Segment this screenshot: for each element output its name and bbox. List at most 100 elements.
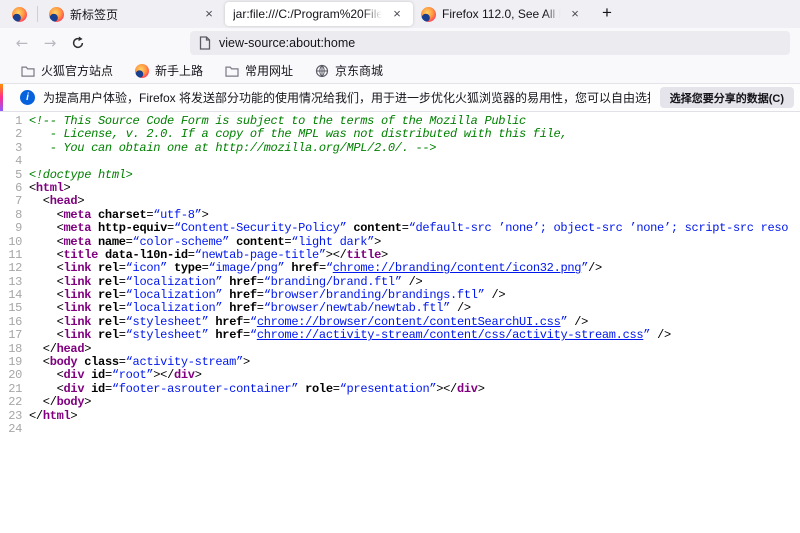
source-link[interactable]: chrome://browser/content/contentSearchUI… bbox=[257, 316, 561, 329]
line-number: 22 bbox=[0, 396, 22, 409]
source-segment: > bbox=[243, 356, 250, 369]
tab-new-tab-page[interactable]: 新标签页 × bbox=[41, 2, 225, 26]
tab-firefox-whatsnew[interactable]: Firefox 112.0, See All New Feat × bbox=[413, 2, 591, 26]
source-segment: data-l10n-id bbox=[105, 249, 188, 262]
source-segment: href bbox=[215, 329, 243, 342]
source-code-text: <meta http-equiv=“Content-Security-Polic… bbox=[29, 222, 788, 235]
source-code-text: <div id=“footer-asrouter-container” role… bbox=[29, 383, 485, 396]
source-segment: = bbox=[402, 222, 409, 235]
bookmark-label: 常用网址 bbox=[245, 62, 293, 79]
page-icon bbox=[199, 36, 211, 50]
source-link[interactable]: chrome://branding/content/icon32.png bbox=[333, 262, 581, 275]
bookmark-folder-firefox-sites[interactable]: 火狐官方站点 bbox=[14, 61, 120, 81]
source-line: 3 - You can obtain one at http://mozilla… bbox=[0, 142, 800, 155]
source-segment: = bbox=[243, 316, 250, 329]
source-segment: href bbox=[229, 302, 257, 315]
source-segment: = bbox=[119, 302, 126, 315]
source-line: 1<!-- This Source Code Form is subject t… bbox=[0, 115, 800, 128]
source-segment: href bbox=[291, 262, 319, 275]
source-segment: “light dark” bbox=[291, 236, 374, 249]
line-number: 14 bbox=[0, 289, 22, 302]
source-segment: meta bbox=[64, 236, 92, 249]
source-code-text: </head> bbox=[29, 343, 91, 356]
source-segment: <!doctype html> bbox=[29, 169, 133, 182]
source-line: 12 <link rel=“icon” type=“image/png” hre… bbox=[0, 262, 800, 275]
source-segment: = bbox=[333, 383, 340, 396]
tab-view-source-active[interactable]: jar:file:///C:/Program%20Files/Mo × bbox=[225, 2, 413, 26]
line-number: 7 bbox=[0, 195, 22, 208]
back-arrow-icon: ← bbox=[16, 34, 29, 52]
source-line: 20 <div id=“root”></div> bbox=[0, 369, 800, 382]
source-segment: “utf-8” bbox=[153, 209, 201, 222]
forward-arrow-icon: → bbox=[44, 34, 57, 52]
line-number: 19 bbox=[0, 356, 22, 369]
source-line: 6<html> bbox=[0, 182, 800, 195]
forward-button[interactable]: → bbox=[36, 31, 64, 55]
source-line: 10 <meta name=“color-scheme” content=“li… bbox=[0, 236, 800, 249]
navigation-toolbar: ← → view-source:about:home bbox=[0, 28, 800, 58]
source-segment: = bbox=[257, 289, 264, 302]
line-number: 18 bbox=[0, 343, 22, 356]
tab-title: Firefox 112.0, See All New Feat bbox=[442, 7, 563, 21]
source-segment: “color-scheme” bbox=[133, 236, 230, 249]
source-segment: href bbox=[215, 316, 243, 329]
close-icon[interactable]: × bbox=[201, 6, 217, 22]
source-segment: = bbox=[119, 262, 126, 275]
source-code-text: <link rel=“localization” href=“branding/… bbox=[29, 276, 422, 289]
source-segment bbox=[91, 316, 98, 329]
choose-shared-data-button[interactable]: 选择您要分享的数据(C) bbox=[660, 87, 794, 108]
source-code-text: </body> bbox=[29, 396, 91, 409]
source-segment: = bbox=[119, 316, 126, 329]
source-segment: charset bbox=[98, 209, 146, 222]
source-segment: < bbox=[29, 222, 64, 235]
source-segment: < bbox=[29, 383, 64, 396]
source-segment: “Content-Security-Policy” bbox=[174, 222, 347, 235]
source-line: 14 <link rel=“localization” href=“browse… bbox=[0, 289, 800, 302]
source-segment: < bbox=[29, 262, 64, 275]
source-segment: div bbox=[457, 383, 478, 396]
source-segment: = bbox=[105, 383, 112, 396]
source-segment: /> bbox=[450, 302, 471, 315]
bookmark-folder-common-sites[interactable]: 常用网址 bbox=[218, 61, 300, 81]
source-segment: html bbox=[43, 410, 71, 423]
line-number: 23 bbox=[0, 410, 22, 423]
source-segment: “ bbox=[250, 329, 257, 342]
pinned-tab[interactable] bbox=[4, 2, 34, 26]
source-line: 17 <link rel=“stylesheet” href=“chrome:/… bbox=[0, 329, 800, 342]
source-segment: “browser/branding/brandings.ftl” bbox=[264, 289, 485, 302]
source-segment: “footer-asrouter-container” bbox=[112, 383, 298, 396]
source-segment: meta bbox=[64, 222, 92, 235]
line-number: 20 bbox=[0, 369, 22, 382]
source-segment: > bbox=[84, 396, 91, 409]
source-segment: /> bbox=[567, 316, 588, 329]
source-segment: > bbox=[195, 369, 202, 382]
source-line: 9 <meta http-equiv=“Content-Security-Pol… bbox=[0, 222, 800, 235]
back-button[interactable]: ← bbox=[8, 31, 36, 55]
source-segment: link bbox=[64, 329, 92, 342]
source-code-text: <title data-l10n-id=“newtab-page-title”>… bbox=[29, 249, 388, 262]
source-segment bbox=[91, 329, 98, 342]
url-bar[interactable]: view-source:about:home bbox=[190, 31, 790, 55]
source-segment: > bbox=[374, 236, 381, 249]
source-code-text: <!doctype html> bbox=[29, 169, 133, 182]
new-tab-button[interactable]: + bbox=[595, 2, 619, 26]
close-icon[interactable]: × bbox=[389, 6, 405, 22]
source-segment: title bbox=[64, 249, 99, 262]
bookmark-getting-started[interactable]: 新手上路 bbox=[128, 61, 210, 81]
bookmark-jd-mall[interactable]: 京东商城 bbox=[308, 61, 390, 81]
line-number: 5 bbox=[0, 169, 22, 182]
source-segment: < bbox=[29, 249, 64, 262]
source-link[interactable]: chrome://activity-stream/content/css/act… bbox=[257, 329, 643, 342]
source-segment: rel bbox=[98, 262, 119, 275]
source-line: 16 <link rel=“stylesheet” href=“chrome:/… bbox=[0, 316, 800, 329]
source-segment bbox=[167, 262, 174, 275]
source-segment: = bbox=[105, 369, 112, 382]
reload-button[interactable] bbox=[64, 31, 92, 55]
url-text[interactable]: view-source:about:home bbox=[219, 36, 355, 50]
source-segment: = bbox=[126, 236, 133, 249]
source-segment: < bbox=[29, 182, 36, 195]
close-icon[interactable]: × bbox=[567, 6, 583, 22]
source-code-text: <html> bbox=[29, 182, 70, 195]
firefox-icon bbox=[135, 64, 149, 78]
source-segment: < bbox=[29, 369, 64, 382]
